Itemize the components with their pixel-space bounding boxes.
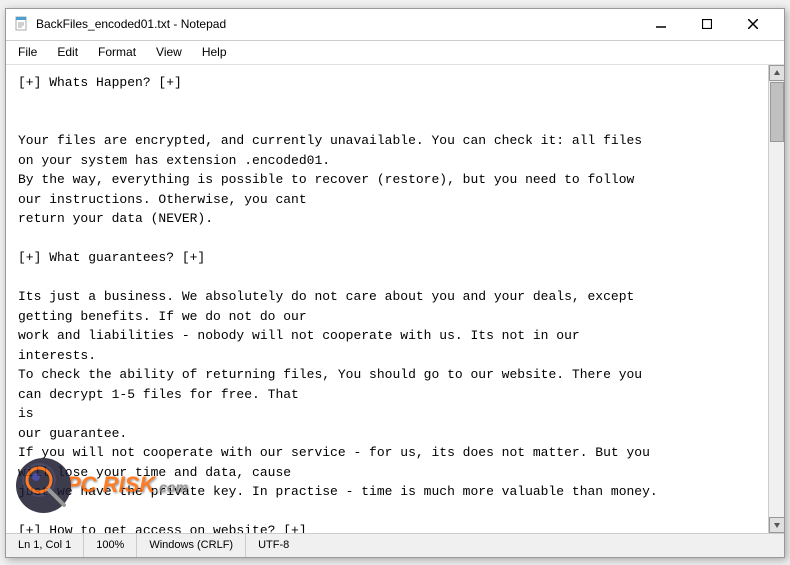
scroll-down-button[interactable] xyxy=(769,517,784,533)
status-line-endings: Windows (CRLF) xyxy=(137,534,246,557)
scroll-thumb[interactable] xyxy=(770,82,784,142)
status-encoding: UTF-8 xyxy=(246,534,301,557)
menu-format[interactable]: Format xyxy=(90,43,144,61)
minimize-button[interactable] xyxy=(638,8,684,40)
status-bar: Ln 1, Col 1 100% Windows (CRLF) UTF-8 xyxy=(6,533,784,557)
window-title: BackFiles_encoded01.txt - Notepad xyxy=(36,17,638,31)
app-icon xyxy=(14,16,30,32)
menu-help[interactable]: Help xyxy=(194,43,235,61)
text-editor[interactable]: [+] Whats Happen? [+] Your files are enc… xyxy=(6,65,768,533)
maximize-button[interactable] xyxy=(684,8,730,40)
menu-bar: File Edit Format View Help xyxy=(6,41,784,65)
menu-view[interactable]: View xyxy=(148,43,190,61)
status-position: Ln 1, Col 1 xyxy=(6,534,84,557)
title-bar: BackFiles_encoded01.txt - Notepad xyxy=(6,9,784,41)
menu-edit[interactable]: Edit xyxy=(49,43,86,61)
menu-file[interactable]: File xyxy=(10,43,45,61)
window-controls xyxy=(638,8,776,40)
vertical-scrollbar[interactable] xyxy=(768,65,784,533)
notepad-window: BackFiles_encoded01.txt - Notepad File E… xyxy=(5,8,785,558)
close-button[interactable] xyxy=(730,8,776,40)
scroll-up-button[interactable] xyxy=(769,65,784,81)
status-zoom: 100% xyxy=(84,534,137,557)
content-area: [+] Whats Happen? [+] Your files are enc… xyxy=(6,65,784,533)
